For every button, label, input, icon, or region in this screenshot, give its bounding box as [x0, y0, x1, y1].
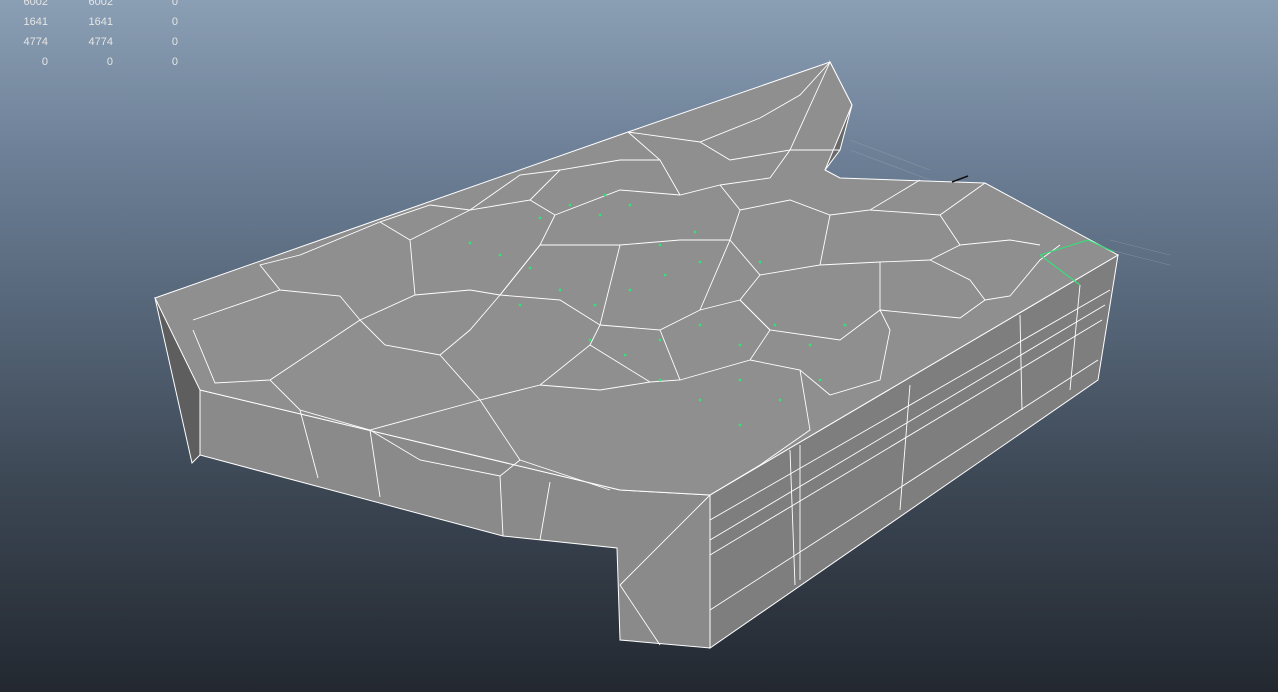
pivot-marker: [951, 175, 969, 183]
mesh-scene[interactable]: [0, 0, 1278, 692]
viewport-3d[interactable]: 6002 6002 0 1641 1641 0 4774 4774 0 0 0 …: [0, 0, 1278, 692]
